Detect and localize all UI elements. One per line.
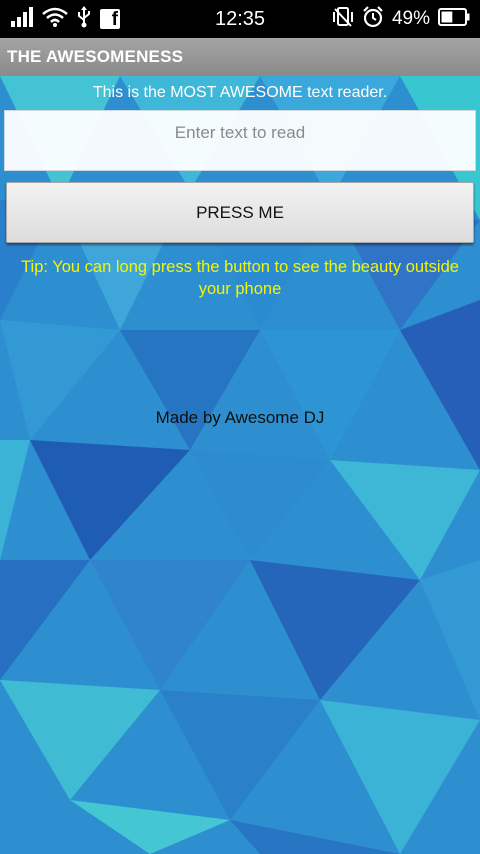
credit-text: Made by Awesome DJ xyxy=(155,408,325,427)
app-screen: f 12:35 49% THE AWESOMENESS This is the … xyxy=(0,0,480,854)
action-bar: THE AWESOMENESS xyxy=(0,38,480,76)
battery-percent: 49% xyxy=(391,8,430,29)
text-input-box[interactable] xyxy=(4,110,476,171)
tip-text: Tip: You can long press the button to se… xyxy=(21,258,459,298)
press-me-button[interactable]: PRESS ME xyxy=(6,182,474,243)
status-icons-right: 49% xyxy=(332,5,470,33)
alarm-icon xyxy=(362,5,384,33)
status-bar: f 12:35 49% xyxy=(0,0,480,38)
app-title: THE AWESOMENESS xyxy=(7,47,184,66)
vibrate-icon xyxy=(332,6,354,33)
battery-fill xyxy=(441,11,453,22)
battery-icon xyxy=(438,7,470,31)
text-to-read-input[interactable] xyxy=(5,111,475,144)
headline-text: This is the MOST AWESOME text reader. xyxy=(92,84,388,101)
